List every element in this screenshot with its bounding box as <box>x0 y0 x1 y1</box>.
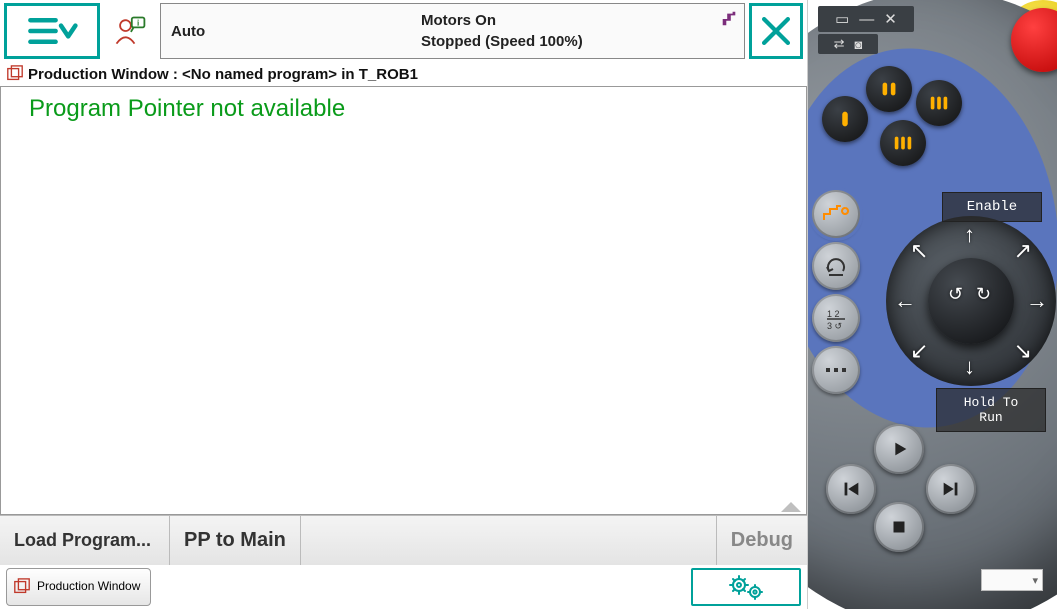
vc-titlebar[interactable]: ▭ — ✕ <box>818 6 914 32</box>
top-bar: i Auto Motors On Stopped (Speed 100%) <box>0 0 807 62</box>
title-program: <No named program> <box>182 66 337 83</box>
robot-arm-icon <box>821 204 851 224</box>
minimize-icon[interactable]: — <box>859 12 874 27</box>
arrow-right-icon: → <box>1026 288 1048 314</box>
main-menu-button[interactable] <box>4 3 100 59</box>
prog-key-d-button[interactable] <box>880 120 926 166</box>
play-button[interactable] <box>874 424 924 474</box>
svg-text:i: i <box>137 19 140 28</box>
step-back-button[interactable] <box>826 464 876 514</box>
window-menu-icon[interactable]: ▭ <box>835 12 849 27</box>
window-title: Production Window : <No named program> i… <box>0 62 807 86</box>
prog-key-b-button[interactable] <box>866 66 912 112</box>
arrow-up-icon: ↑ <box>964 222 975 248</box>
camera-icon[interactable]: ◙ <box>855 37 863 52</box>
exec-state-label: Stopped (Speed 100%) <box>421 31 734 52</box>
axes-icon: 1 23 ↺ <box>823 305 849 331</box>
task-production-window[interactable]: Production Window <box>6 568 151 606</box>
program-icon <box>13 578 31 596</box>
robot-badge-icon <box>720 10 738 33</box>
pp-to-main-button[interactable]: PP to Main <box>170 516 301 565</box>
load-program-button[interactable]: Load Program... <box>0 516 170 565</box>
program-icon <box>6 65 24 83</box>
close-button[interactable] <box>749 3 803 59</box>
arrow-ur-icon: ↗ <box>1014 238 1032 264</box>
task-bar: Production Window <box>0 565 807 609</box>
task-label: Production Window <box>37 580 140 593</box>
pointer-message: Program Pointer not available <box>29 95 345 123</box>
reorient-icon <box>823 253 849 279</box>
title-prefix: Production Window : <box>28 66 182 83</box>
arrow-down-icon: ↓ <box>964 354 975 380</box>
arrow-dr-icon: ↘ <box>1014 338 1032 364</box>
rotate-ccw-icon: ↺ <box>948 284 963 305</box>
increment-icon <box>823 365 849 375</box>
mode-label: Auto <box>171 21 401 42</box>
svg-text:3 ↺: 3 ↺ <box>827 321 842 331</box>
arrow-left-icon: ← <box>894 288 916 314</box>
vc-toolbar[interactable]: ⇄ ◙ <box>818 34 878 54</box>
operator-icon[interactable]: i <box>104 3 156 59</box>
arrow-ul-icon: ↖ <box>910 238 928 264</box>
flexpendant-screen: i Auto Motors On Stopped (Speed 100%) <box>0 0 808 609</box>
content-area: Program Pointer not available <box>0 86 807 515</box>
enable-button[interactable]: Enable <box>942 192 1042 222</box>
title-join: in <box>337 66 359 83</box>
bottom-toolbar: Load Program... PP to Main Debug <box>0 515 807 565</box>
pendant-device: ▭ — ✕ ⇄ ◙ 1 23 ↺ <box>808 0 1057 609</box>
zoom-combo[interactable]: ▾ <box>981 569 1043 591</box>
mechunit-button[interactable] <box>812 190 860 238</box>
swap-icon[interactable]: ⇄ <box>834 36 845 52</box>
prog-key-c-button[interactable] <box>916 80 962 126</box>
quickset-button[interactable] <box>691 568 801 606</box>
status-bar[interactable]: Auto Motors On Stopped (Speed 100%) <box>160 3 745 59</box>
gear-icon <box>726 574 766 600</box>
svg-text:1 2: 1 2 <box>827 309 840 319</box>
motion-mode-button[interactable] <box>812 242 860 290</box>
toggle-axes-button[interactable]: 1 23 ↺ <box>812 294 860 342</box>
expand-up-icon[interactable] <box>779 500 803 514</box>
joystick[interactable]: ↑ ↓ ← → ↖ ↗ ↙ ↘ ↺ ↻ <box>886 216 1056 386</box>
arrow-dl-icon: ↙ <box>910 338 928 364</box>
rotate-cw-icon: ↻ <box>976 284 991 305</box>
prog-key-a-button[interactable] <box>822 96 868 142</box>
close-icon[interactable]: ✕ <box>884 12 897 27</box>
motor-state-label: Motors On <box>421 10 734 31</box>
step-forward-button[interactable] <box>926 464 976 514</box>
debug-button[interactable]: Debug <box>716 516 807 565</box>
stop-button[interactable] <box>874 502 924 552</box>
increment-button[interactable] <box>812 346 860 394</box>
title-task: T_ROB1 <box>359 66 418 83</box>
